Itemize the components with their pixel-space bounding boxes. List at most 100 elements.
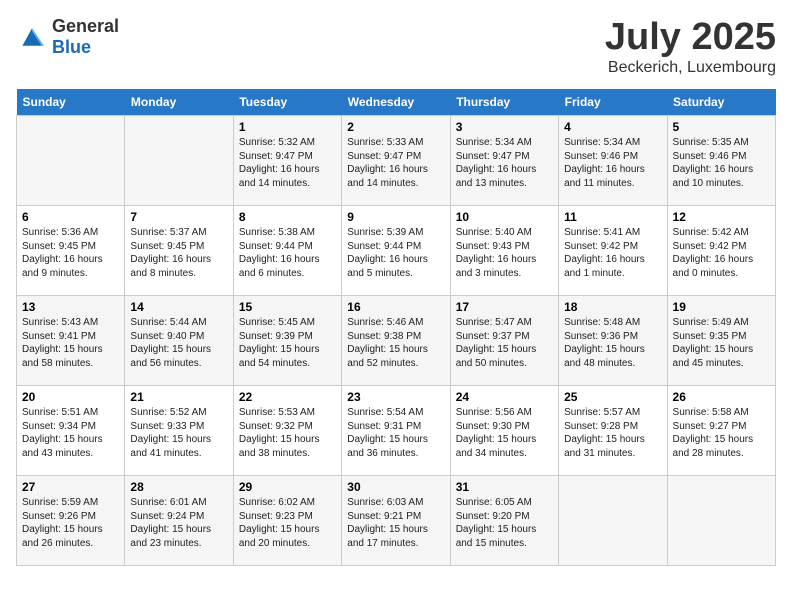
logo-general: General: [52, 16, 119, 36]
calendar-cell: 13 Sunrise: 5:43 AM Sunset: 9:41 PM Dayli…: [17, 296, 125, 386]
calendar-cell: [667, 476, 775, 566]
calendar-cell: 25 Sunrise: 5:57 AM Sunset: 9:28 PM Dayli…: [559, 386, 667, 476]
logo: General Blue: [16, 16, 119, 58]
day-number: 4: [564, 120, 661, 134]
day-number: 29: [239, 480, 336, 494]
day-number: 6: [22, 210, 119, 224]
calendar-cell: 24 Sunrise: 5:56 AM Sunset: 9:30 PM Dayli…: [450, 386, 558, 476]
month-title: July 2025: [605, 16, 776, 59]
week-row-3: 13 Sunrise: 5:43 AM Sunset: 9:41 PM Dayli…: [17, 296, 776, 386]
day-number: 17: [456, 300, 553, 314]
location-title: Beckerich, Luxembourg: [605, 59, 776, 77]
calendar-cell: 26 Sunrise: 5:58 AM Sunset: 9:27 PM Dayli…: [667, 386, 775, 476]
day-info: Sunrise: 5:43 AM Sunset: 9:41 PM Dayligh…: [22, 316, 119, 370]
day-number: 25: [564, 390, 661, 404]
day-number: 8: [239, 210, 336, 224]
day-number: 22: [239, 390, 336, 404]
calendar-cell: 1Sunrise: 5:32 AM Sunset: 9:47 PM Daylig…: [233, 116, 341, 206]
day-info: Sunrise: 6:05 AM Sunset: 9:20 PM Dayligh…: [456, 496, 553, 550]
calendar-cell: 2Sunrise: 5:33 AM Sunset: 9:47 PM Daylig…: [342, 116, 450, 206]
day-info: Sunrise: 6:01 AM Sunset: 9:24 PM Dayligh…: [130, 496, 227, 550]
calendar-cell: 3 Sunrise: 5:34 AM Sunset: 9:47 PM Daylig…: [450, 116, 558, 206]
day-number: 14: [130, 300, 227, 314]
day-header-thursday: Thursday: [450, 89, 558, 116]
calendar-cell: 16Sunrise: 5:46 AM Sunset: 9:38 PM Dayli…: [342, 296, 450, 386]
day-number: 12: [673, 210, 770, 224]
calendar-cell: [125, 116, 233, 206]
day-header-sunday: Sunday: [17, 89, 125, 116]
day-number: 26: [673, 390, 770, 404]
day-header-saturday: Saturday: [667, 89, 775, 116]
calendar-cell: 7Sunrise: 5:37 AM Sunset: 9:45 PM Daylig…: [125, 206, 233, 296]
week-row-2: 6 Sunrise: 5:36 AM Sunset: 9:45 PM Daylig…: [17, 206, 776, 296]
day-number: 9: [347, 210, 444, 224]
day-number: 20: [22, 390, 119, 404]
calendar-cell: 21Sunrise: 5:52 AM Sunset: 9:33 PM Dayli…: [125, 386, 233, 476]
day-info: Sunrise: 5:42 AM Sunset: 9:42 PM Dayligh…: [673, 226, 770, 280]
day-number: 31: [456, 480, 553, 494]
week-row-5: 27Sunrise: 5:59 AM Sunset: 9:26 PM Dayli…: [17, 476, 776, 566]
day-number: 13: [22, 300, 119, 314]
calendar-cell: 8Sunrise: 5:38 AM Sunset: 9:44 PM Daylig…: [233, 206, 341, 296]
week-row-4: 20Sunrise: 5:51 AM Sunset: 9:34 PM Dayli…: [17, 386, 776, 476]
day-header-friday: Friday: [559, 89, 667, 116]
day-info: Sunrise: 5:34 AM Sunset: 9:46 PM Dayligh…: [564, 136, 661, 190]
day-number: 3: [456, 120, 553, 134]
day-info: Sunrise: 5:45 AM Sunset: 9:39 PM Dayligh…: [239, 316, 336, 370]
calendar-cell: 4 Sunrise: 5:34 AM Sunset: 9:46 PM Daylig…: [559, 116, 667, 206]
logo-blue: Blue: [52, 37, 91, 57]
logo-icon: [16, 23, 48, 51]
calendar-cell: 30 Sunrise: 6:03 AM Sunset: 9:21 PM Dayli…: [342, 476, 450, 566]
day-info: Sunrise: 5:47 AM Sunset: 9:37 PM Dayligh…: [456, 316, 553, 370]
day-info: Sunrise: 5:36 AM Sunset: 9:45 PM Dayligh…: [22, 226, 119, 280]
title-block: July 2025 Beckerich, Luxembourg: [605, 16, 776, 77]
day-number: 15: [239, 300, 336, 314]
calendar-cell: 5Sunrise: 5:35 AM Sunset: 9:46 PM Daylig…: [667, 116, 775, 206]
day-info: Sunrise: 5:58 AM Sunset: 9:27 PM Dayligh…: [673, 406, 770, 460]
day-info: Sunrise: 5:52 AM Sunset: 9:33 PM Dayligh…: [130, 406, 227, 460]
calendar-cell: 9 Sunrise: 5:39 AM Sunset: 9:44 PM Daylig…: [342, 206, 450, 296]
calendar-cell: 10Sunrise: 5:40 AM Sunset: 9:43 PM Dayli…: [450, 206, 558, 296]
calendar-cell: 15 Sunrise: 5:45 AM Sunset: 9:39 PM Dayli…: [233, 296, 341, 386]
calendar-cell: 29 Sunrise: 6:02 AM Sunset: 9:23 PM Dayli…: [233, 476, 341, 566]
day-info: Sunrise: 5:35 AM Sunset: 9:46 PM Dayligh…: [673, 136, 770, 190]
day-number: 19: [673, 300, 770, 314]
day-info: Sunrise: 5:39 AM Sunset: 9:44 PM Dayligh…: [347, 226, 444, 280]
calendar-cell: 19Sunrise: 5:49 AM Sunset: 9:35 PM Dayli…: [667, 296, 775, 386]
calendar-cell: 20Sunrise: 5:51 AM Sunset: 9:34 PM Dayli…: [17, 386, 125, 476]
calendar-cell: 23 Sunrise: 5:54 AM Sunset: 9:31 PM Dayli…: [342, 386, 450, 476]
day-number: 28: [130, 480, 227, 494]
day-number: 24: [456, 390, 553, 404]
day-info: Sunrise: 5:56 AM Sunset: 9:30 PM Dayligh…: [456, 406, 553, 460]
calendar-cell: 6 Sunrise: 5:36 AM Sunset: 9:45 PM Daylig…: [17, 206, 125, 296]
day-info: Sunrise: 5:57 AM Sunset: 9:28 PM Dayligh…: [564, 406, 661, 460]
calendar-cell: 17 Sunrise: 5:47 AM Sunset: 9:37 PM Dayli…: [450, 296, 558, 386]
day-info: Sunrise: 5:41 AM Sunset: 9:42 PM Dayligh…: [564, 226, 661, 280]
day-info: Sunrise: 6:02 AM Sunset: 9:23 PM Dayligh…: [239, 496, 336, 550]
calendar-cell: 31 Sunrise: 6:05 AM Sunset: 9:20 PM Dayli…: [450, 476, 558, 566]
day-header-monday: Monday: [125, 89, 233, 116]
calendar-cell: 14 Sunrise: 5:44 AM Sunset: 9:40 PM Dayli…: [125, 296, 233, 386]
page-header: General Blue July 2025 Beckerich, Luxemb…: [16, 16, 776, 77]
calendar-table: SundayMondayTuesdayWednesdayThursdayFrid…: [16, 89, 776, 566]
day-info: Sunrise: 5:59 AM Sunset: 9:26 PM Dayligh…: [22, 496, 119, 550]
day-number: 23: [347, 390, 444, 404]
calendar-cell: [559, 476, 667, 566]
day-number: 1: [239, 120, 336, 134]
calendar-cell: [17, 116, 125, 206]
day-info: Sunrise: 5:53 AM Sunset: 9:32 PM Dayligh…: [239, 406, 336, 460]
day-info: Sunrise: 5:34 AM Sunset: 9:47 PM Dayligh…: [456, 136, 553, 190]
day-info: Sunrise: 5:54 AM Sunset: 9:31 PM Dayligh…: [347, 406, 444, 460]
day-info: Sunrise: 5:48 AM Sunset: 9:36 PM Dayligh…: [564, 316, 661, 370]
day-info: Sunrise: 6:03 AM Sunset: 9:21 PM Dayligh…: [347, 496, 444, 550]
calendar-cell: 27Sunrise: 5:59 AM Sunset: 9:26 PM Dayli…: [17, 476, 125, 566]
calendar-cell: 28 Sunrise: 6:01 AM Sunset: 9:24 PM Dayli…: [125, 476, 233, 566]
day-header-tuesday: Tuesday: [233, 89, 341, 116]
day-info: Sunrise: 5:44 AM Sunset: 9:40 PM Dayligh…: [130, 316, 227, 370]
calendar-cell: 12 Sunrise: 5:42 AM Sunset: 9:42 PM Dayli…: [667, 206, 775, 296]
calendar-cell: 22 Sunrise: 5:53 AM Sunset: 9:32 PM Dayli…: [233, 386, 341, 476]
week-row-1: 1Sunrise: 5:32 AM Sunset: 9:47 PM Daylig…: [17, 116, 776, 206]
day-info: Sunrise: 5:33 AM Sunset: 9:47 PM Dayligh…: [347, 136, 444, 190]
day-number: 30: [347, 480, 444, 494]
day-number: 11: [564, 210, 661, 224]
